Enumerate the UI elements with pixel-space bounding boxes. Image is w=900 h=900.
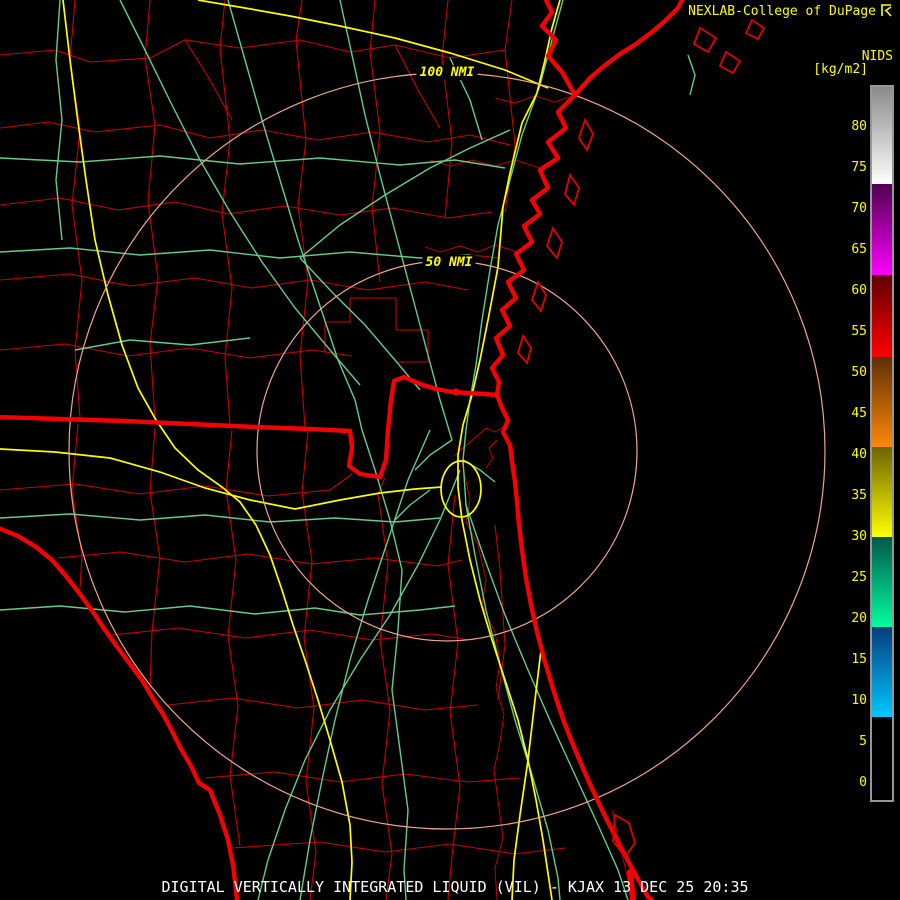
colorbar: [870, 85, 894, 802]
colorbar-segment: [872, 536, 892, 628]
colorbar-segment: [872, 717, 892, 800]
colorbar-segment: [872, 87, 892, 185]
cod-logo-icon: [881, 4, 892, 17]
radar-map: [0, 0, 900, 900]
city-marker-dot: [452, 388, 460, 396]
colorbar-segment: [872, 356, 892, 447]
product-title: DIGITAL VERTICALLY INTEGRATED LIQUID (VI…: [161, 878, 749, 896]
colorbar-segment: [872, 627, 892, 718]
range-ring-label-50nmi: 50 NMI: [422, 255, 476, 270]
source-credit: NEXLAB-College of DuPage: [688, 4, 876, 19]
scale-units-label: [kg/m2]: [813, 62, 868, 77]
colorbar-segment: [872, 446, 892, 537]
map-background: [0, 0, 900, 900]
radar-viewer: NEXLAB-College of DuPage NIDS [kg/m2] 10…: [0, 0, 900, 900]
colorbar-segment: [872, 274, 892, 357]
colorbar-segment: [872, 184, 892, 275]
range-ring-label-100nmi: 100 NMI: [416, 65, 478, 80]
